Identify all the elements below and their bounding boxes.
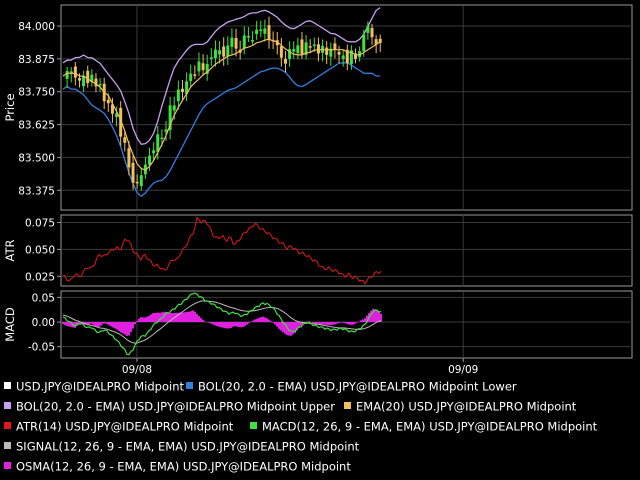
candle-body	[127, 148, 131, 168]
y-tick-label: 0.075	[25, 218, 55, 230]
legend-label: USD.JPY@IDEALPRO Midpoint	[16, 379, 184, 394]
candle-body	[267, 25, 271, 41]
candle-body	[308, 46, 312, 48]
legend-label: ATR(14) USD.JPY@IDEALPRO Midpoint	[16, 419, 234, 434]
candle-body	[259, 29, 263, 31]
y-tick-label: 83.750	[18, 87, 55, 99]
x-axis: 09/08 09/09	[122, 358, 478, 376]
candle-body	[230, 37, 234, 47]
candle-body	[73, 66, 77, 78]
candle-body	[263, 28, 267, 34]
candle-body	[370, 27, 374, 38]
legend-swatch	[250, 422, 257, 429]
candle-body	[312, 44, 316, 47]
candle-body	[176, 89, 180, 102]
candle-body	[222, 46, 226, 57]
candle-body	[296, 45, 300, 54]
candle-body	[242, 35, 246, 49]
legend-item[interactable]: MACD(12, 26, 9 - EMA, EMA) USD.JPY@IDEAL…	[250, 416, 597, 436]
candle-body	[193, 74, 197, 76]
y-tick-label: 0.025	[25, 271, 55, 283]
y-tick-label: 0.050	[25, 244, 55, 256]
candle-body	[98, 83, 102, 86]
y-tick-label: 83.625	[18, 120, 55, 132]
y-tick-label: 83.875	[18, 54, 55, 66]
candle-body	[300, 39, 304, 55]
atr-panel[interactable]: 0.075 0.050 0.025 ATR	[3, 214, 633, 287]
candle-body	[218, 50, 222, 55]
candle-body	[209, 57, 213, 59]
legend-label: SIGNAL(12, 26, 9 - EMA, EMA) USD.JPY@IDE…	[16, 439, 360, 454]
x-tick-label: 09/09	[448, 364, 478, 376]
candle-body	[251, 40, 255, 42]
candle-body	[172, 105, 176, 111]
y-tick-label: 0.05	[32, 292, 55, 304]
candle-body	[156, 134, 160, 152]
legend-item[interactable]: OSMA(12, 26, 9 - EMA, EMA) USD.JPY@IDEAL…	[4, 456, 351, 476]
legend-label: BOL(20, 2.0 - EMA) USD.JPY@IDEALPRO Midp…	[16, 399, 335, 414]
macd-panel[interactable]: 0.05 0.00 -0.05 MACD	[3, 290, 633, 359]
y-axis-label: MACD	[3, 307, 17, 342]
legend-item[interactable]: SIGNAL(12, 26, 9 - EMA, EMA) USD.JPY@IDE…	[4, 436, 359, 456]
legend-item[interactable]: USD.JPY@IDEALPRO Midpoint	[4, 376, 184, 396]
y-tick-label: -0.05	[28, 342, 55, 354]
candle-body	[197, 61, 201, 72]
candle-body	[333, 43, 337, 50]
candle-body	[255, 29, 259, 35]
candle-body	[246, 36, 250, 38]
candle-body	[160, 137, 164, 140]
candle-body	[226, 45, 230, 57]
legend-swatch	[4, 442, 11, 449]
candle-body	[180, 88, 184, 92]
y-tick-label: 83.375	[18, 185, 55, 197]
candle-body	[279, 46, 283, 58]
candle-body	[123, 137, 127, 143]
chart-area[interactable]: 84.000 83.875 83.750 83.625 83.500 83.375 Pric…	[0, 0, 640, 376]
candle-body	[65, 71, 69, 79]
legend-item[interactable]: EMA(20) USD.JPY@IDEALPRO Midpoint	[344, 396, 576, 416]
candle-body	[135, 181, 139, 184]
candle-body	[152, 150, 156, 154]
x-tick-label: 09/08	[122, 364, 152, 376]
legend-item[interactable]: ATR(14) USD.JPY@IDEALPRO Midpoint	[4, 416, 233, 436]
candle-body	[325, 47, 329, 55]
legend-label: MACD(12, 26, 9 - EMA, EMA) USD.JPY@IDEAL…	[262, 419, 598, 434]
candle-body	[283, 59, 287, 64]
legend-item[interactable]: BOL(20, 2.0 - EMA) USD.JPY@IDEALPRO Midp…	[186, 376, 517, 396]
panel-frame	[60, 4, 633, 211]
candle-body	[77, 78, 81, 81]
legend-item[interactable]: BOL(20, 2.0 - EMA) USD.JPY@IDEALPRO Midp…	[4, 396, 335, 416]
candle-body	[366, 25, 370, 33]
candle-body	[362, 34, 366, 52]
candle-body	[131, 162, 135, 183]
y-tick-label: 83.500	[18, 152, 55, 164]
candle-body	[201, 63, 205, 71]
candle-body	[234, 37, 238, 49]
candle-body	[189, 73, 193, 82]
legend-swatch	[344, 402, 351, 409]
candle-body	[139, 175, 143, 186]
y-axis-label: Price	[3, 93, 17, 121]
candle-body	[106, 99, 110, 104]
y-tick-label: 0.00	[32, 317, 55, 329]
legend-swatch	[186, 382, 193, 389]
legend-label: BOL(20, 2.0 - EMA) USD.JPY@IDEALPRO Midp…	[198, 379, 517, 394]
candle-body	[292, 49, 296, 52]
panel-frame	[60, 290, 633, 359]
candle-body	[337, 51, 341, 55]
legend-swatch	[4, 402, 11, 409]
legend-label: OSMA(12, 26, 9 - EMA, EMA) USD.JPY@IDEAL…	[16, 459, 351, 474]
price-panel[interactable]: 84.000 83.875 83.750 83.625 83.500 83.375 Pric…	[3, 4, 633, 211]
legend-swatch	[4, 422, 11, 429]
y-axis-label: ATR	[3, 240, 17, 262]
candle-body	[148, 155, 152, 165]
legend-swatch	[4, 382, 11, 389]
legend-label: EMA(20) USD.JPY@IDEALPRO Midpoint	[356, 399, 577, 414]
legend-swatch	[4, 462, 11, 469]
candle-body	[316, 44, 320, 54]
candle-body	[86, 70, 90, 84]
y-tick-label: 84.000	[18, 21, 55, 33]
candle-body	[341, 55, 345, 59]
candle-body	[213, 49, 217, 59]
